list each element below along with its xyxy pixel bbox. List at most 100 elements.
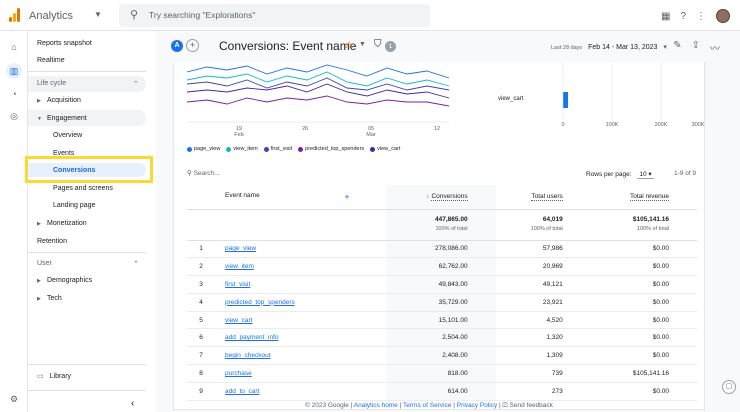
conversions-cell: 2,408.00 (385, 346, 496, 366)
feedback-icon: ⎚ (502, 402, 508, 409)
total-users-cell: 23,921 (495, 293, 591, 312)
total-revenue-cell: $0.00 (590, 275, 697, 294)
conversions-cell: 15,101.00 (385, 311, 496, 330)
column-header-total-users[interactable]: Total users (495, 185, 591, 210)
date-range-picker[interactable]: Last 28 days Feb 14 - Mar 13, 2023 ▾ (551, 43, 667, 51)
data-table: Event name + ↓ Conversions Total users Tot… (187, 185, 697, 401)
nav-overview[interactable]: Overview (53, 132, 82, 139)
warning-icon[interactable]: ⚠ (345, 40, 353, 51)
total-users-cell: 57,986 (495, 240, 591, 259)
table-row[interactable]: 8 purchase 818.00 739 $105,141.16 (187, 364, 697, 383)
nav-library[interactable]: ▭ Library (37, 372, 71, 380)
row-index: 6 (187, 328, 215, 348)
search-placeholder: Try searching "Explorations" (149, 10, 256, 20)
search-bar[interactable]: ⚲ Try searching "Explorations" (119, 4, 430, 27)
property-dropdown-icon[interactable]: ▼ (94, 10, 102, 19)
nav-realtime[interactable]: Realtime (37, 57, 65, 64)
row-index: 1 (187, 240, 215, 259)
event-name-link[interactable]: view_item (215, 257, 386, 277)
column-header-event-name[interactable]: Event name + (215, 185, 386, 210)
row-index: 7 (187, 346, 215, 366)
send-feedback-link[interactable]: ⎚ Send feedback (503, 402, 553, 409)
conversions-cell: 35,729.00 (385, 293, 496, 312)
filter-count-badge[interactable]: 1 (385, 41, 396, 52)
conversions-cell: 49,843.00 (385, 275, 496, 294)
column-header-total-revenue[interactable]: Total revenue (590, 185, 697, 210)
event-name-link[interactable]: purchase (215, 364, 386, 383)
nav-tech[interactable]: ▶ Tech (37, 295, 62, 302)
nav-monetization[interactable]: ▶ Monetization (37, 220, 87, 227)
share-icon[interactable]: ⇪ (692, 40, 700, 55)
nav-acquisition[interactable]: ▶ Acquisition (37, 97, 81, 104)
rows-per-page-select[interactable]: 10 ▾ (637, 170, 654, 179)
legend-item[interactable]: predicted_top_spenders (298, 146, 364, 152)
explore-icon[interactable]: ◔ (7, 87, 21, 101)
total-users-cell: 1,309 (495, 346, 591, 366)
event-name-link[interactable]: first_visit (215, 275, 386, 294)
legend-item[interactable]: first_visit (263, 146, 292, 152)
nav-pages-and-screens[interactable]: Pages and screens (53, 185, 113, 192)
feedback-chat-icon[interactable]: ▢ (722, 380, 736, 394)
table-row[interactable]: 7 begin_checkout 2,408.00 1,309 $0.00 (187, 346, 697, 366)
event-name-link[interactable]: add_to_cart (215, 382, 386, 401)
nav-reports-snapshot[interactable]: Reports snapshot (37, 40, 92, 47)
title-dropdown-icon[interactable]: ▼ (359, 41, 366, 48)
privacy-link[interactable]: Privacy Policy (457, 402, 497, 409)
table-row[interactable]: 2 view_item 62,762.00 20,969 $0.00 (187, 257, 697, 277)
settings-gear-icon[interactable]: ⚙ (7, 392, 21, 406)
event-name-link[interactable]: begin_checkout (215, 346, 386, 366)
bar-tick-label: 0 (561, 122, 564, 128)
comparison-badge[interactable]: A (171, 40, 183, 52)
event-name-link[interactable]: page_view (215, 240, 386, 259)
legend-item[interactable]: view_item (226, 146, 258, 152)
apps-grid-icon[interactable]: ▦ (661, 11, 670, 22)
table-row[interactable]: 3 first_visit 49,843.00 49,121 $0.00 (187, 275, 697, 294)
row-index: 3 (187, 275, 215, 294)
chevron-up-icon[interactable]: ⌃ (133, 260, 139, 268)
terms-link[interactable]: Terms of Service (403, 402, 451, 409)
column-header-conversions[interactable]: ↓ Conversions (385, 185, 496, 210)
analytics-home-link[interactable]: Analytics home (354, 402, 398, 409)
rows-per-page: Rows per page: 10 ▾ (586, 170, 654, 179)
x-tick-label: Mar (366, 132, 376, 138)
table-row[interactable]: 6 add_payment_info 2,504.00 1,320 $0.00 (187, 328, 697, 348)
more-vert-icon[interactable]: ⋮ (696, 11, 706, 22)
help-icon[interactable]: ? (680, 11, 686, 22)
nav-landing-page[interactable]: Landing page (53, 202, 95, 209)
legend-item[interactable]: page_view (187, 146, 220, 152)
chart-legend: page_view view_item first_visit predicte… (187, 146, 400, 152)
report-card: 19 Feb 26 05 Mar 12 0 view_cart 0 100K 2… (173, 62, 706, 410)
avatar[interactable] (716, 9, 730, 23)
home-icon[interactable]: ⌂ (7, 40, 21, 54)
insights-icon[interactable]: 〰 (710, 40, 720, 55)
event-name-link[interactable]: predicted_top_spenders (215, 293, 386, 312)
table-search[interactable]: ⚲ Search... (187, 169, 220, 177)
table-row[interactable]: 4 predicted_top_spenders 35,729.00 23,921 $0… (187, 293, 697, 312)
advertising-icon[interactable]: ◎ (7, 109, 21, 123)
table-row[interactable]: 5 view_cart 15,101.00 4,520 $0.00 (187, 311, 697, 330)
filter-icon[interactable]: ⛉ (374, 39, 382, 50)
nav-demographics[interactable]: ▶ Demographics (37, 277, 92, 284)
reports-icon[interactable]: ▥ (6, 63, 22, 79)
total-users-cell: 273 (495, 382, 591, 401)
analytics-logo[interactable] (9, 8, 21, 22)
series-line-first-visit (187, 77, 450, 91)
table-row[interactable]: 1 page_view 278,086.00 57,986 $0.00 (187, 240, 697, 259)
page-title: Conversions: Event name (219, 39, 357, 53)
collapse-nav-icon[interactable]: ‹ (131, 398, 134, 409)
sort-arrow-icon: ↓ (426, 193, 430, 201)
customize-report-icon[interactable]: ✎ (673, 40, 681, 55)
nav-retention[interactable]: Retention (37, 238, 67, 245)
event-name-link[interactable]: view_cart (215, 311, 386, 330)
add-dimension-icon[interactable]: + (344, 192, 349, 202)
conversions-cell: 2,504.00 (385, 328, 496, 348)
total-users-cell: 49,121 (495, 275, 591, 294)
chevron-up-icon[interactable]: ⌃ (133, 80, 139, 88)
legend-item[interactable]: view_cart (370, 146, 400, 152)
nav-conversions[interactable]: Conversions (53, 167, 95, 174)
table-row[interactable]: 9 add_to_cart 614.00 273 $0.00 (187, 382, 697, 401)
date-range-value: Feb 14 - Mar 13, 2023 (588, 44, 658, 51)
event-name-link[interactable]: add_payment_info (215, 328, 386, 348)
nav-engagement[interactable]: ▼ Engagement (37, 115, 87, 122)
add-comparison-button[interactable]: + (186, 39, 199, 52)
